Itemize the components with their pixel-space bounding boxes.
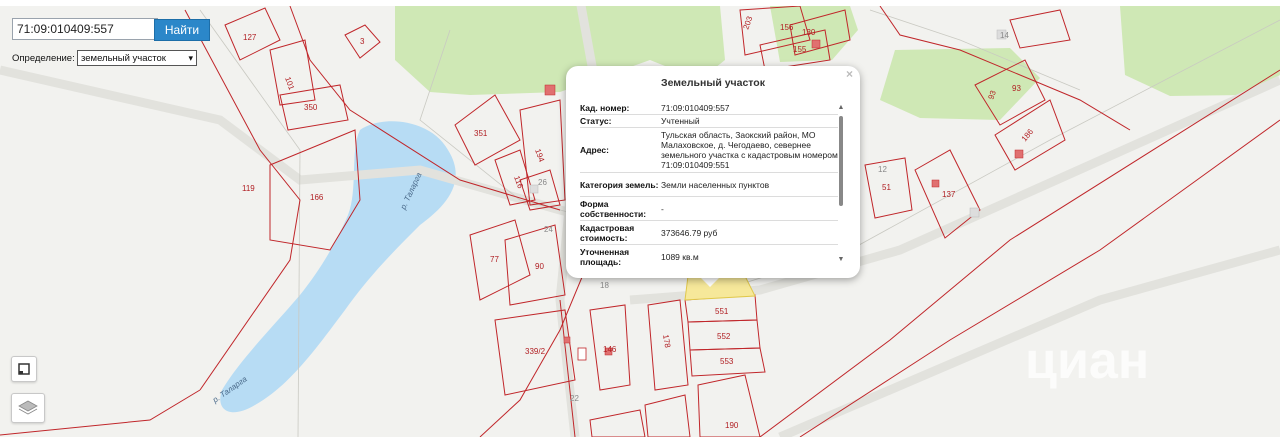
parcel-label: 22 — [570, 394, 579, 403]
row-value: 1089 кв.м — [661, 251, 699, 262]
popup-scrollbar[interactable]: ▲ ▼ — [837, 104, 845, 266]
chevron-down-icon: ▾ — [188, 53, 193, 63]
parcel-label: 156 — [780, 23, 794, 32]
close-icon[interactable]: × — [846, 67, 853, 81]
parcel-label: 166 — [310, 193, 324, 202]
parcel-label: 14 — [1000, 31, 1009, 40]
parcel-label: 137 — [942, 190, 956, 199]
find-button[interactable]: Найти — [154, 19, 210, 41]
parcel-label: 90 — [535, 262, 544, 271]
row-key: Форма собственности: — [580, 198, 647, 219]
row-key: Кад. номер: — [580, 103, 630, 113]
row-value: - — [661, 203, 664, 214]
layers-button[interactable] — [11, 393, 45, 423]
row-value: 71:09:010409:557 — [661, 103, 730, 113]
definition-label: Определение: — [12, 53, 75, 64]
row-key: Статус: — [580, 116, 612, 126]
parcel-label: 351 — [474, 129, 488, 138]
row-key: Категория земель: — [580, 179, 659, 190]
parcel-label: 130 — [802, 28, 816, 37]
row-value: Земли населенных пунктов — [661, 179, 770, 190]
parcel-label: 146 — [603, 345, 617, 354]
parcel-label: 51 — [882, 183, 891, 192]
table-row: Форма собственности: - — [580, 197, 838, 221]
fullscreen-button[interactable] — [11, 356, 37, 382]
selected-parcel — [684, 275, 756, 301]
parcel-label: 190 — [725, 421, 739, 430]
scroll-up-icon[interactable]: ▲ — [837, 104, 845, 112]
table-row: Статус: Учтенный — [580, 115, 838, 128]
table-row: Уточненная площадь: 1089 кв.м — [580, 245, 838, 267]
parcel-label: 93 — [1012, 84, 1021, 93]
parcel-label: 350 — [304, 103, 318, 112]
row-value: 373646.79 руб — [661, 227, 718, 238]
parcel-label: 3 — [360, 37, 365, 46]
parcel-label: 553 — [720, 357, 734, 366]
parcel-label: 339/2 — [525, 347, 546, 356]
parcel-label: 77 — [490, 255, 499, 264]
row-key: Адрес: — [580, 145, 609, 155]
scroll-down-icon[interactable]: ▼ — [837, 256, 845, 264]
definition-select[interactable]: земельный участок ▾ — [77, 50, 197, 66]
parcel-label: 127 — [243, 33, 257, 42]
popup-title: Земельный участок — [661, 77, 765, 89]
parcel-label: 551 — [715, 307, 729, 316]
table-row: Кад. номер: 71:09:010409:557 — [580, 102, 838, 115]
row-value: Учтенный — [661, 116, 700, 126]
layers-icon — [18, 400, 38, 415]
search-input[interactable]: 71:09:010409:557 — [12, 18, 158, 40]
popup-pointer — [700, 277, 720, 287]
watermark: циан — [1025, 332, 1149, 390]
parcel-label: 18 — [600, 281, 609, 290]
parcel-label: 119 — [242, 184, 255, 193]
table-row: Категория земель: Земли населенных пункт… — [580, 173, 838, 197]
row-value: Тульская область, Заокский район, МО Мал… — [661, 130, 838, 170]
parcel-label: 26 — [538, 178, 547, 187]
scrollbar-thumb[interactable] — [839, 116, 843, 206]
row-key: Кадастровая стоимость: — [580, 222, 635, 243]
forest-area — [1120, 6, 1280, 96]
fullscreen-icon — [18, 363, 30, 375]
table-row: Адрес: Тульская область, Заокский район,… — [580, 128, 838, 173]
row-key: Уточненная площадь: — [580, 246, 630, 267]
table-row: Кадастровая стоимость: 373646.79 руб — [580, 221, 838, 245]
parcel-label: 552 — [717, 332, 731, 341]
parcel-label: 12 — [878, 165, 887, 174]
info-table: Кад. номер: 71:09:010409:557 Статус: Учт… — [580, 102, 838, 267]
top-strip — [0, 0, 1280, 6]
parcel-info-popup: Земельный участок × Кад. номер: 71:09:01… — [566, 66, 860, 278]
parcel-label: 24 — [544, 225, 553, 234]
parcel-label: 155 — [793, 45, 807, 54]
